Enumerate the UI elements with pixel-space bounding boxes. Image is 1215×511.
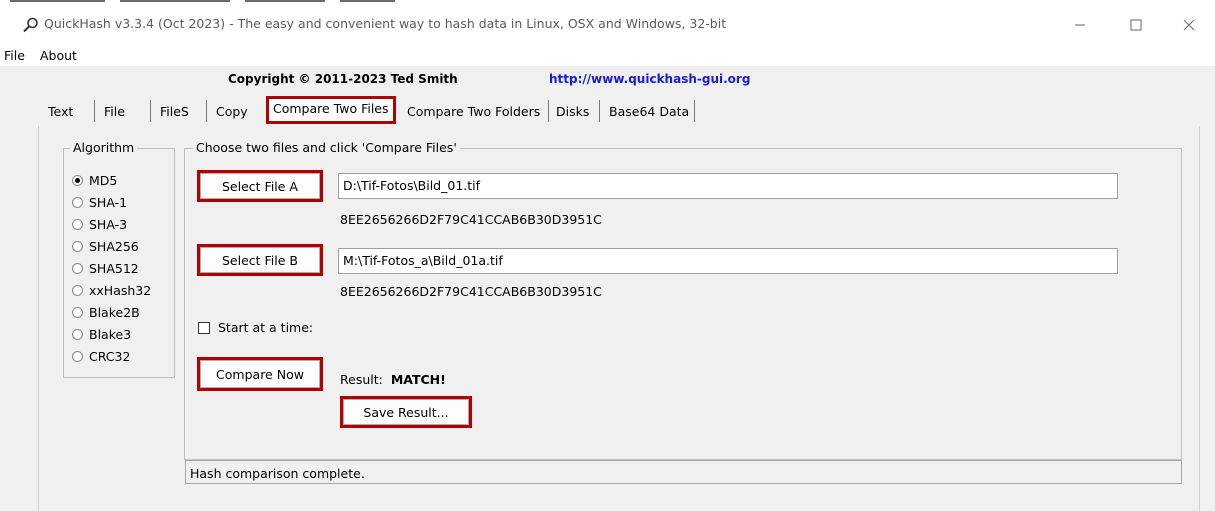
radio-sha512[interactable]: SHA512	[72, 259, 139, 277]
checkbox[interactable]	[198, 321, 210, 334]
tab-files[interactable]: FileS	[160, 102, 189, 122]
menu-file[interactable]: File	[4, 48, 25, 63]
tab-compare-two-folders[interactable]: Compare Two Folders	[407, 102, 540, 122]
radio-button[interactable]	[72, 196, 83, 208]
radio-sha256[interactable]: SHA256	[72, 237, 139, 255]
radio-md5[interactable]: MD5	[72, 171, 117, 189]
tab-text[interactable]: Text	[48, 102, 73, 122]
app-window: QuickHash v3.3.4 (Oct 2023) - The easy a…	[0, 0, 1215, 511]
file-b-hash: 8EE2656266D2F79C41CCAB6B30D3951C	[340, 284, 602, 299]
result-value: MATCH!	[390, 372, 446, 387]
maximize-icon	[1130, 19, 1142, 31]
tab-copy[interactable]: Copy	[216, 102, 248, 122]
select-file-a-button[interactable]: Select File A	[197, 170, 323, 202]
minimize-icon	[1075, 24, 1085, 26]
radio-crc32[interactable]: CRC32	[72, 347, 130, 365]
close-icon	[1183, 19, 1195, 31]
radio-blake3[interactable]: Blake3	[72, 325, 131, 343]
algorithm-group: Algorithm MD5 SHA-1 SHA-3 SHA256 SHA512 …	[63, 140, 175, 378]
minimize-button[interactable]	[1057, 10, 1103, 40]
radio-sha3[interactable]: SHA-3	[72, 215, 127, 233]
save-result-button[interactable]: Save Result...	[340, 396, 472, 428]
tab-disks[interactable]: Disks	[556, 102, 589, 122]
maximize-button[interactable]	[1113, 10, 1159, 40]
radio-button[interactable]	[72, 262, 83, 274]
radio-button[interactable]	[72, 174, 83, 186]
header-strip: Copyright © 2011-2023 Ted Smith http://w…	[0, 66, 1215, 94]
close-button[interactable]	[1166, 10, 1212, 40]
file-b-path-field[interactable]: M:\Tif-Fotos_a\Bild_01a.tif	[338, 248, 1118, 274]
radio-blake2b[interactable]: Blake2B	[72, 303, 140, 321]
status-bar: Hash comparison complete.	[185, 460, 1182, 484]
algorithm-legend: Algorithm	[70, 140, 138, 155]
magnifier-icon	[23, 17, 38, 33]
radio-button[interactable]	[72, 284, 83, 296]
start-at-time-checkbox[interactable]: Start at a time:	[198, 320, 313, 335]
menu-bar: File About	[0, 44, 1215, 66]
result-text: Result: MATCH!	[340, 372, 446, 387]
select-file-b-button[interactable]: Select File B	[197, 244, 323, 276]
copyright-text: Copyright © 2011-2023 Ted Smith	[228, 72, 458, 86]
radio-sha1[interactable]: SHA-1	[72, 193, 127, 211]
compare-now-button[interactable]: Compare Now	[197, 357, 323, 391]
homepage-link[interactable]: http://www.quickhash-gui.org	[549, 72, 750, 86]
radio-button[interactable]	[72, 306, 83, 318]
tab-file[interactable]: File	[104, 102, 125, 122]
file-a-path-field[interactable]: D:\Tif-Fotos\Bild_01.tif	[338, 173, 1118, 199]
title-bar[interactable]: QuickHash v3.3.4 (Oct 2023) - The easy a…	[0, 4, 1215, 44]
radio-xxhash32[interactable]: xxHash32	[72, 281, 151, 299]
radio-button[interactable]	[72, 218, 83, 230]
radio-button[interactable]	[72, 328, 83, 340]
tab-compare-two-files[interactable]: Compare Two Files	[266, 96, 396, 124]
compare-legend: Choose two files and click 'Compare File…	[193, 140, 460, 155]
menu-about[interactable]: About	[40, 48, 77, 63]
tab-base64-data[interactable]: Base64 Data	[609, 102, 689, 122]
window-title: QuickHash v3.3.4 (Oct 2023) - The easy a…	[44, 16, 727, 31]
radio-button[interactable]	[72, 240, 83, 252]
radio-button[interactable]	[72, 350, 83, 362]
file-a-hash: 8EE2656266D2F79C41CCAB6B30D3951C	[340, 212, 602, 227]
